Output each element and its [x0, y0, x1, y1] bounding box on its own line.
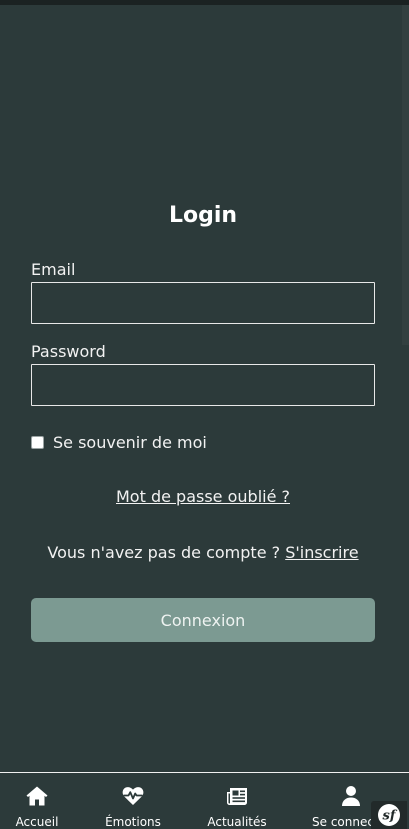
scrollbar[interactable]: [402, 5, 409, 345]
email-label: Email: [31, 260, 76, 279]
register-link[interactable]: S'inscrire: [285, 543, 358, 562]
password-label: Password: [31, 342, 106, 361]
no-account-text: Vous n'avez pas de compte ?: [47, 543, 286, 562]
password-field[interactable]: [31, 364, 375, 406]
nav-item-actualites[interactable]: Actualités: [206, 773, 268, 829]
email-field[interactable]: [31, 282, 375, 324]
login-button[interactable]: Connexion: [31, 598, 375, 642]
nav-label-actualites: Actualités: [207, 815, 267, 829]
forgot-password-text[interactable]: Mot de passe oublié ?: [116, 487, 290, 506]
nav-label-accueil: Accueil: [15, 815, 59, 829]
bottom-nav: Accueil Émotions Actualités Se connec: [0, 772, 409, 829]
nav-label-emotions: Émotions: [105, 815, 161, 829]
newspaper-icon: [227, 788, 247, 805]
home-icon: [26, 786, 48, 806]
nav-item-emotions[interactable]: Émotions: [103, 773, 163, 829]
symfony-icon: sf: [378, 804, 400, 826]
remember-me-label[interactable]: Se souvenir de moi: [53, 433, 207, 452]
remember-me-row: Se souvenir de moi: [31, 432, 207, 452]
login-button-label: Connexion: [160, 610, 246, 630]
nav-item-accueil[interactable]: Accueil: [14, 773, 60, 829]
register-row: Vous n'avez pas de compte ? S'inscrire: [0, 543, 406, 562]
nav-label-se-connecter: Se connec: [312, 815, 374, 829]
symfony-toolbar-toggle[interactable]: sf: [371, 801, 407, 829]
top-bar: [0, 0, 409, 5]
remember-me-checkbox[interactable]: [31, 435, 44, 449]
forgot-password-link[interactable]: Mot de passe oublié ?: [0, 487, 406, 506]
page-title: Login: [168, 203, 238, 228]
user-icon: [342, 786, 360, 806]
heart-pulse-icon: [122, 787, 144, 805]
